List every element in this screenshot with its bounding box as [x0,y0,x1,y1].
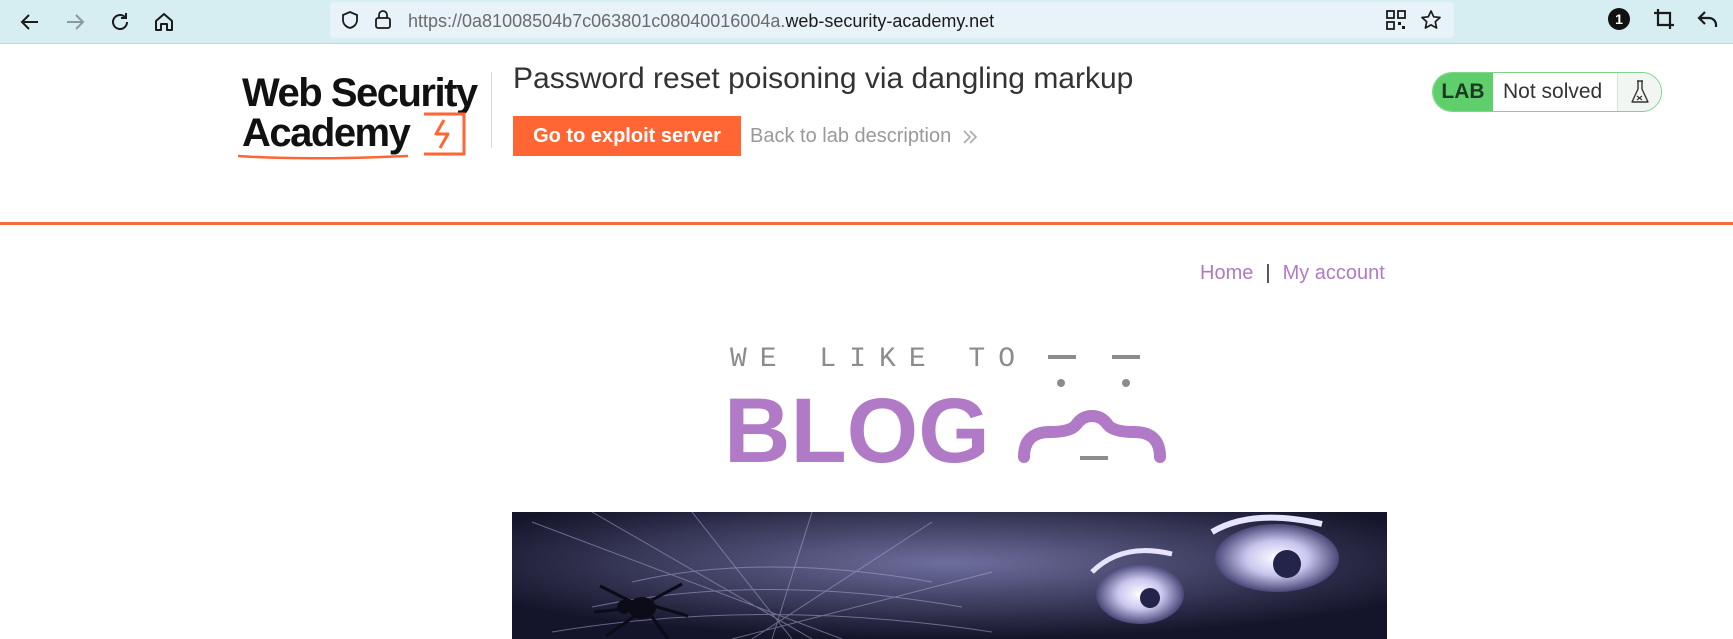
url-text: https://0a81008504b7c063801c08040016004a… [408,11,995,31]
svg-text:Academy: Academy [242,111,412,155]
undo-arrow-icon[interactable] [1697,8,1719,30]
reload-button[interactable] [104,6,136,38]
arrow-left-icon [20,14,38,30]
go-to-exploit-server-button[interactable]: Go to exploit server [513,116,741,156]
browser-toolbar: https://0a81008504b7c063801c08040016004a… [0,0,1733,44]
back-button[interactable] [14,6,46,38]
back-to-lab-description-link[interactable]: Back to lab description [750,125,979,148]
lab-badge: LAB [1433,73,1493,111]
lab-title: Password reset poisoning via dangling ma… [513,62,1134,95]
blog-hero-image [512,512,1387,639]
arrow-right-icon [67,14,85,30]
home-button[interactable] [148,6,180,38]
star-bookmark-icon[interactable] [1420,9,1442,31]
header-divider [0,222,1733,225]
home-icon [155,13,173,31]
blog-banner-logo: WE LIKE TO BLOG [724,344,1166,470]
nav-separator: | [1265,262,1271,284]
lock-icon [375,10,391,29]
address-bar[interactable]: https://0a81008504b7c063801c08040016004a… [330,2,1454,38]
lab-status-text: Not solved [1503,80,1603,103]
svg-text:BLOG: BLOG [724,380,990,470]
home-link[interactable]: Home [1200,262,1253,284]
extension-badge-icon[interactable]: 1 [1608,8,1630,30]
lab-status-widget: LAB Not solved [1432,72,1662,112]
reload-icon [112,13,128,30]
flask-icon [1617,73,1661,111]
crop-icon[interactable] [1653,8,1675,30]
shield-icon [342,11,358,29]
back-link-label: Back to lab description [750,125,952,147]
logo-divider [491,72,492,148]
my-account-link[interactable]: My account [1283,262,1385,284]
double-chevron-right-icon [963,129,978,144]
site-nav: Home | My account [1200,262,1385,285]
web-security-academy-logo[interactable]: Web Security Academy [238,70,494,162]
forward-button[interactable] [59,6,91,38]
svg-text:Web Security: Web Security [242,71,479,115]
svg-text:WE LIKE TO: WE LIKE TO [730,344,1028,375]
qr-code-icon[interactable] [1386,10,1406,30]
